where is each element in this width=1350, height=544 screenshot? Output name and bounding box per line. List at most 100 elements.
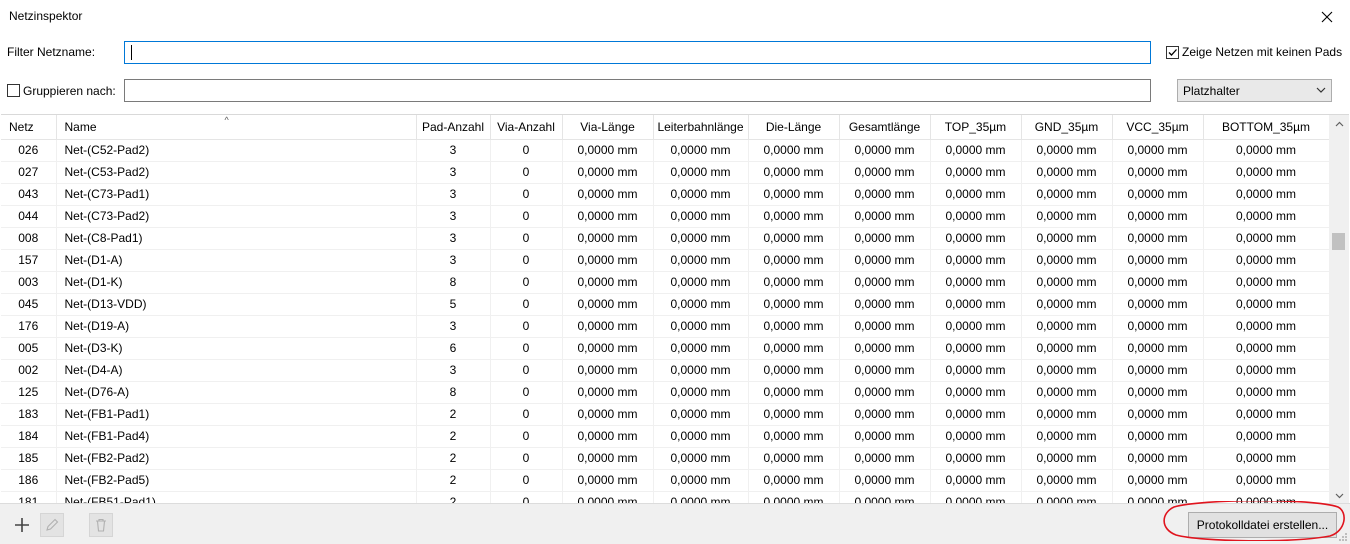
- column-header-leiterbahnlaenge[interactable]: Leiterbahnlänge: [653, 115, 749, 140]
- table-row[interactable]: 045 Net-(D13-VDD) 5 0 0,0000 mm 0,0000 mm 0,00…: [1, 293, 1330, 316]
- group-by-checkbox[interactable]: [7, 84, 20, 97]
- cell-netz: 185: [1, 447, 57, 470]
- cell-bottom-35um: 0,0000 mm: [1203, 359, 1330, 382]
- group-by-input[interactable]: [124, 79, 1151, 102]
- trash-icon: [96, 518, 106, 532]
- title-bar: Netzinspektor: [0, 0, 1350, 33]
- group-type-select[interactable]: Platzhalter: [1177, 79, 1332, 102]
- cell-pad-anzahl: 3: [416, 161, 491, 184]
- column-header-label: Name: [64, 119, 97, 134]
- table-row[interactable]: 176 Net-(D19-A) 3 0 0,0000 mm 0,0000 mm 0,0000…: [1, 315, 1330, 338]
- cell-via-laenge: 0,0000 mm: [562, 139, 654, 162]
- cell-netz: 186: [1, 469, 57, 492]
- edit-net-button[interactable]: [40, 513, 64, 537]
- cell-bottom-35um: 0,0000 mm: [1203, 337, 1330, 360]
- column-header-netz[interactable]: Netz: [1, 115, 57, 140]
- cell-pad-anzahl: 8: [416, 381, 491, 404]
- group-type-value: Platzhalter: [1183, 84, 1240, 98]
- cell-name: Net-(FB2-Pad2): [56, 447, 417, 470]
- cell-gesamtlaenge: 0,0000 mm: [839, 469, 931, 492]
- column-header-label: BOTTOM_35µm: [1221, 119, 1311, 134]
- cell-die-laenge: 0,0000 mm: [748, 359, 840, 382]
- column-header-gnd-35um[interactable]: GND_35µm: [1021, 115, 1113, 140]
- column-header-name[interactable]: Name ^: [56, 115, 417, 140]
- cell-via-laenge: 0,0000 mm: [562, 161, 654, 184]
- table-row[interactable]: 183 Net-(FB1-Pad1) 2 0 0,0000 mm 0,0000 mm 0,0…: [1, 403, 1330, 426]
- show-no-pads-checkbox[interactable]: [1166, 46, 1179, 59]
- column-header-gesamtlaenge[interactable]: Gesamtlänge: [839, 115, 931, 140]
- column-header-via-laenge[interactable]: Via-Länge: [562, 115, 654, 140]
- cell-bottom-35um: 0,0000 mm: [1203, 227, 1330, 250]
- cell-netz: 002: [1, 359, 57, 382]
- table-row[interactable]: 181 Net-(FB51-Pad1) 2 0 0,0000 mm 0,0000 mm 0,…: [1, 491, 1330, 503]
- cell-gnd-35um: 0,0000 mm: [1021, 491, 1113, 503]
- cell-pad-anzahl: 3: [416, 227, 491, 250]
- cell-name: Net-(C73-Pad1): [56, 183, 417, 206]
- table-row[interactable]: 008 Net-(C8-Pad1) 3 0 0,0000 mm 0,0000 mm 0,00…: [1, 227, 1330, 250]
- cell-vcc-35um: 0,0000 mm: [1112, 183, 1204, 206]
- cell-gnd-35um: 0,0000 mm: [1021, 403, 1113, 426]
- cell-name: Net-(D13-VDD): [56, 293, 417, 316]
- cell-via-laenge: 0,0000 mm: [562, 315, 654, 338]
- cell-gnd-35um: 0,0000 mm: [1021, 139, 1113, 162]
- table-row[interactable]: 005 Net-(D3-K) 6 0 0,0000 mm 0,0000 mm 0,0000 …: [1, 337, 1330, 360]
- table-row[interactable]: 125 Net-(D76-A) 8 0 0,0000 mm 0,0000 mm 0,0000…: [1, 381, 1330, 404]
- chevron-up-icon: [1335, 121, 1343, 126]
- cell-top-35um: 0,0000 mm: [930, 425, 1022, 448]
- cell-pad-anzahl: 3: [416, 315, 491, 338]
- cell-die-laenge: 0,0000 mm: [748, 403, 840, 426]
- cell-gesamtlaenge: 0,0000 mm: [839, 249, 931, 272]
- cell-via-anzahl: 0: [490, 227, 563, 250]
- cell-name: Net-(FB1-Pad4): [56, 425, 417, 448]
- column-header-die-laenge[interactable]: Die-Länge: [748, 115, 840, 140]
- cell-bottom-35um: 0,0000 mm: [1203, 161, 1330, 184]
- column-header-top-35um[interactable]: TOP_35µm: [930, 115, 1022, 140]
- column-header-bottom-35um[interactable]: BOTTOM_35µm: [1203, 115, 1330, 140]
- vertical-scrollbar[interactable]: [1329, 115, 1349, 503]
- cell-pad-anzahl: 3: [416, 359, 491, 382]
- table-row[interactable]: 027 Net-(C53-Pad2) 3 0 0,0000 mm 0,0000 mm 0,0…: [1, 161, 1330, 184]
- table-row[interactable]: 043 Net-(C73-Pad1) 3 0 0,0000 mm 0,0000 mm 0,0…: [1, 183, 1330, 206]
- table-row[interactable]: 184 Net-(FB1-Pad4) 2 0 0,0000 mm 0,0000 mm 0,0…: [1, 425, 1330, 448]
- cell-name: Net-(C52-Pad2): [56, 139, 417, 162]
- cell-gnd-35um: 0,0000 mm: [1021, 205, 1113, 228]
- scroll-thumb[interactable]: [1332, 233, 1345, 251]
- table-header-row: Netz Name ^ Pad-Anzahl Via-Anzahl Via-Länge Le…: [1, 115, 1330, 140]
- cell-gnd-35um: 0,0000 mm: [1021, 337, 1113, 360]
- table-row[interactable]: 003 Net-(D1-K) 8 0 0,0000 mm 0,0000 mm 0,0000 …: [1, 271, 1330, 294]
- cell-top-35um: 0,0000 mm: [930, 205, 1022, 228]
- cell-top-35um: 0,0000 mm: [930, 161, 1022, 184]
- cell-leiterbahnlaenge: 0,0000 mm: [653, 315, 749, 338]
- table-row[interactable]: 026 Net-(C52-Pad2) 3 0 0,0000 mm 0,0000 mm 0,0…: [1, 139, 1330, 162]
- column-header-vcc-35um[interactable]: VCC_35µm: [1112, 115, 1204, 140]
- cell-via-anzahl: 0: [490, 161, 563, 184]
- close-button[interactable]: [1304, 0, 1350, 33]
- cell-name: Net-(FB1-Pad1): [56, 403, 417, 426]
- cell-leiterbahnlaenge: 0,0000 mm: [653, 227, 749, 250]
- cell-gesamtlaenge: 0,0000 mm: [839, 205, 931, 228]
- cell-gesamtlaenge: 0,0000 mm: [839, 315, 931, 338]
- cell-top-35um: 0,0000 mm: [930, 447, 1022, 470]
- column-header-label: VCC_35µm: [1126, 119, 1189, 134]
- column-header-pad-anzahl[interactable]: Pad-Anzahl: [416, 115, 491, 140]
- cell-pad-anzahl: 8: [416, 271, 491, 294]
- table-row[interactable]: 002 Net-(D4-A) 3 0 0,0000 mm 0,0000 mm 0,0000 …: [1, 359, 1330, 382]
- filter-netname-input[interactable]: [124, 41, 1151, 64]
- cell-gnd-35um: 0,0000 mm: [1021, 227, 1113, 250]
- cell-via-laenge: 0,0000 mm: [562, 403, 654, 426]
- delete-net-button[interactable]: [89, 513, 113, 537]
- cell-gesamtlaenge: 0,0000 mm: [839, 359, 931, 382]
- table-row[interactable]: 044 Net-(C73-Pad2) 3 0 0,0000 mm 0,0000 mm 0,0…: [1, 205, 1330, 228]
- add-net-button[interactable]: [10, 513, 34, 537]
- cell-leiterbahnlaenge: 0,0000 mm: [653, 447, 749, 470]
- cell-gesamtlaenge: 0,0000 mm: [839, 139, 931, 162]
- table-row[interactable]: 186 Net-(FB2-Pad5) 2 0 0,0000 mm 0,0000 mm 0,0…: [1, 469, 1330, 492]
- cell-via-laenge: 0,0000 mm: [562, 337, 654, 360]
- scroll-up-button[interactable]: [1329, 115, 1349, 132]
- resize-grip-icon[interactable]: [1338, 532, 1348, 542]
- table-row[interactable]: 157 Net-(D1-A) 3 0 0,0000 mm 0,0000 mm 0,0000 …: [1, 249, 1330, 272]
- cell-via-laenge: 0,0000 mm: [562, 447, 654, 470]
- column-header-via-anzahl[interactable]: Via-Anzahl: [490, 115, 563, 140]
- cell-gesamtlaenge: 0,0000 mm: [839, 293, 931, 316]
- table-row[interactable]: 185 Net-(FB2-Pad2) 2 0 0,0000 mm 0,0000 mm 0,0…: [1, 447, 1330, 470]
